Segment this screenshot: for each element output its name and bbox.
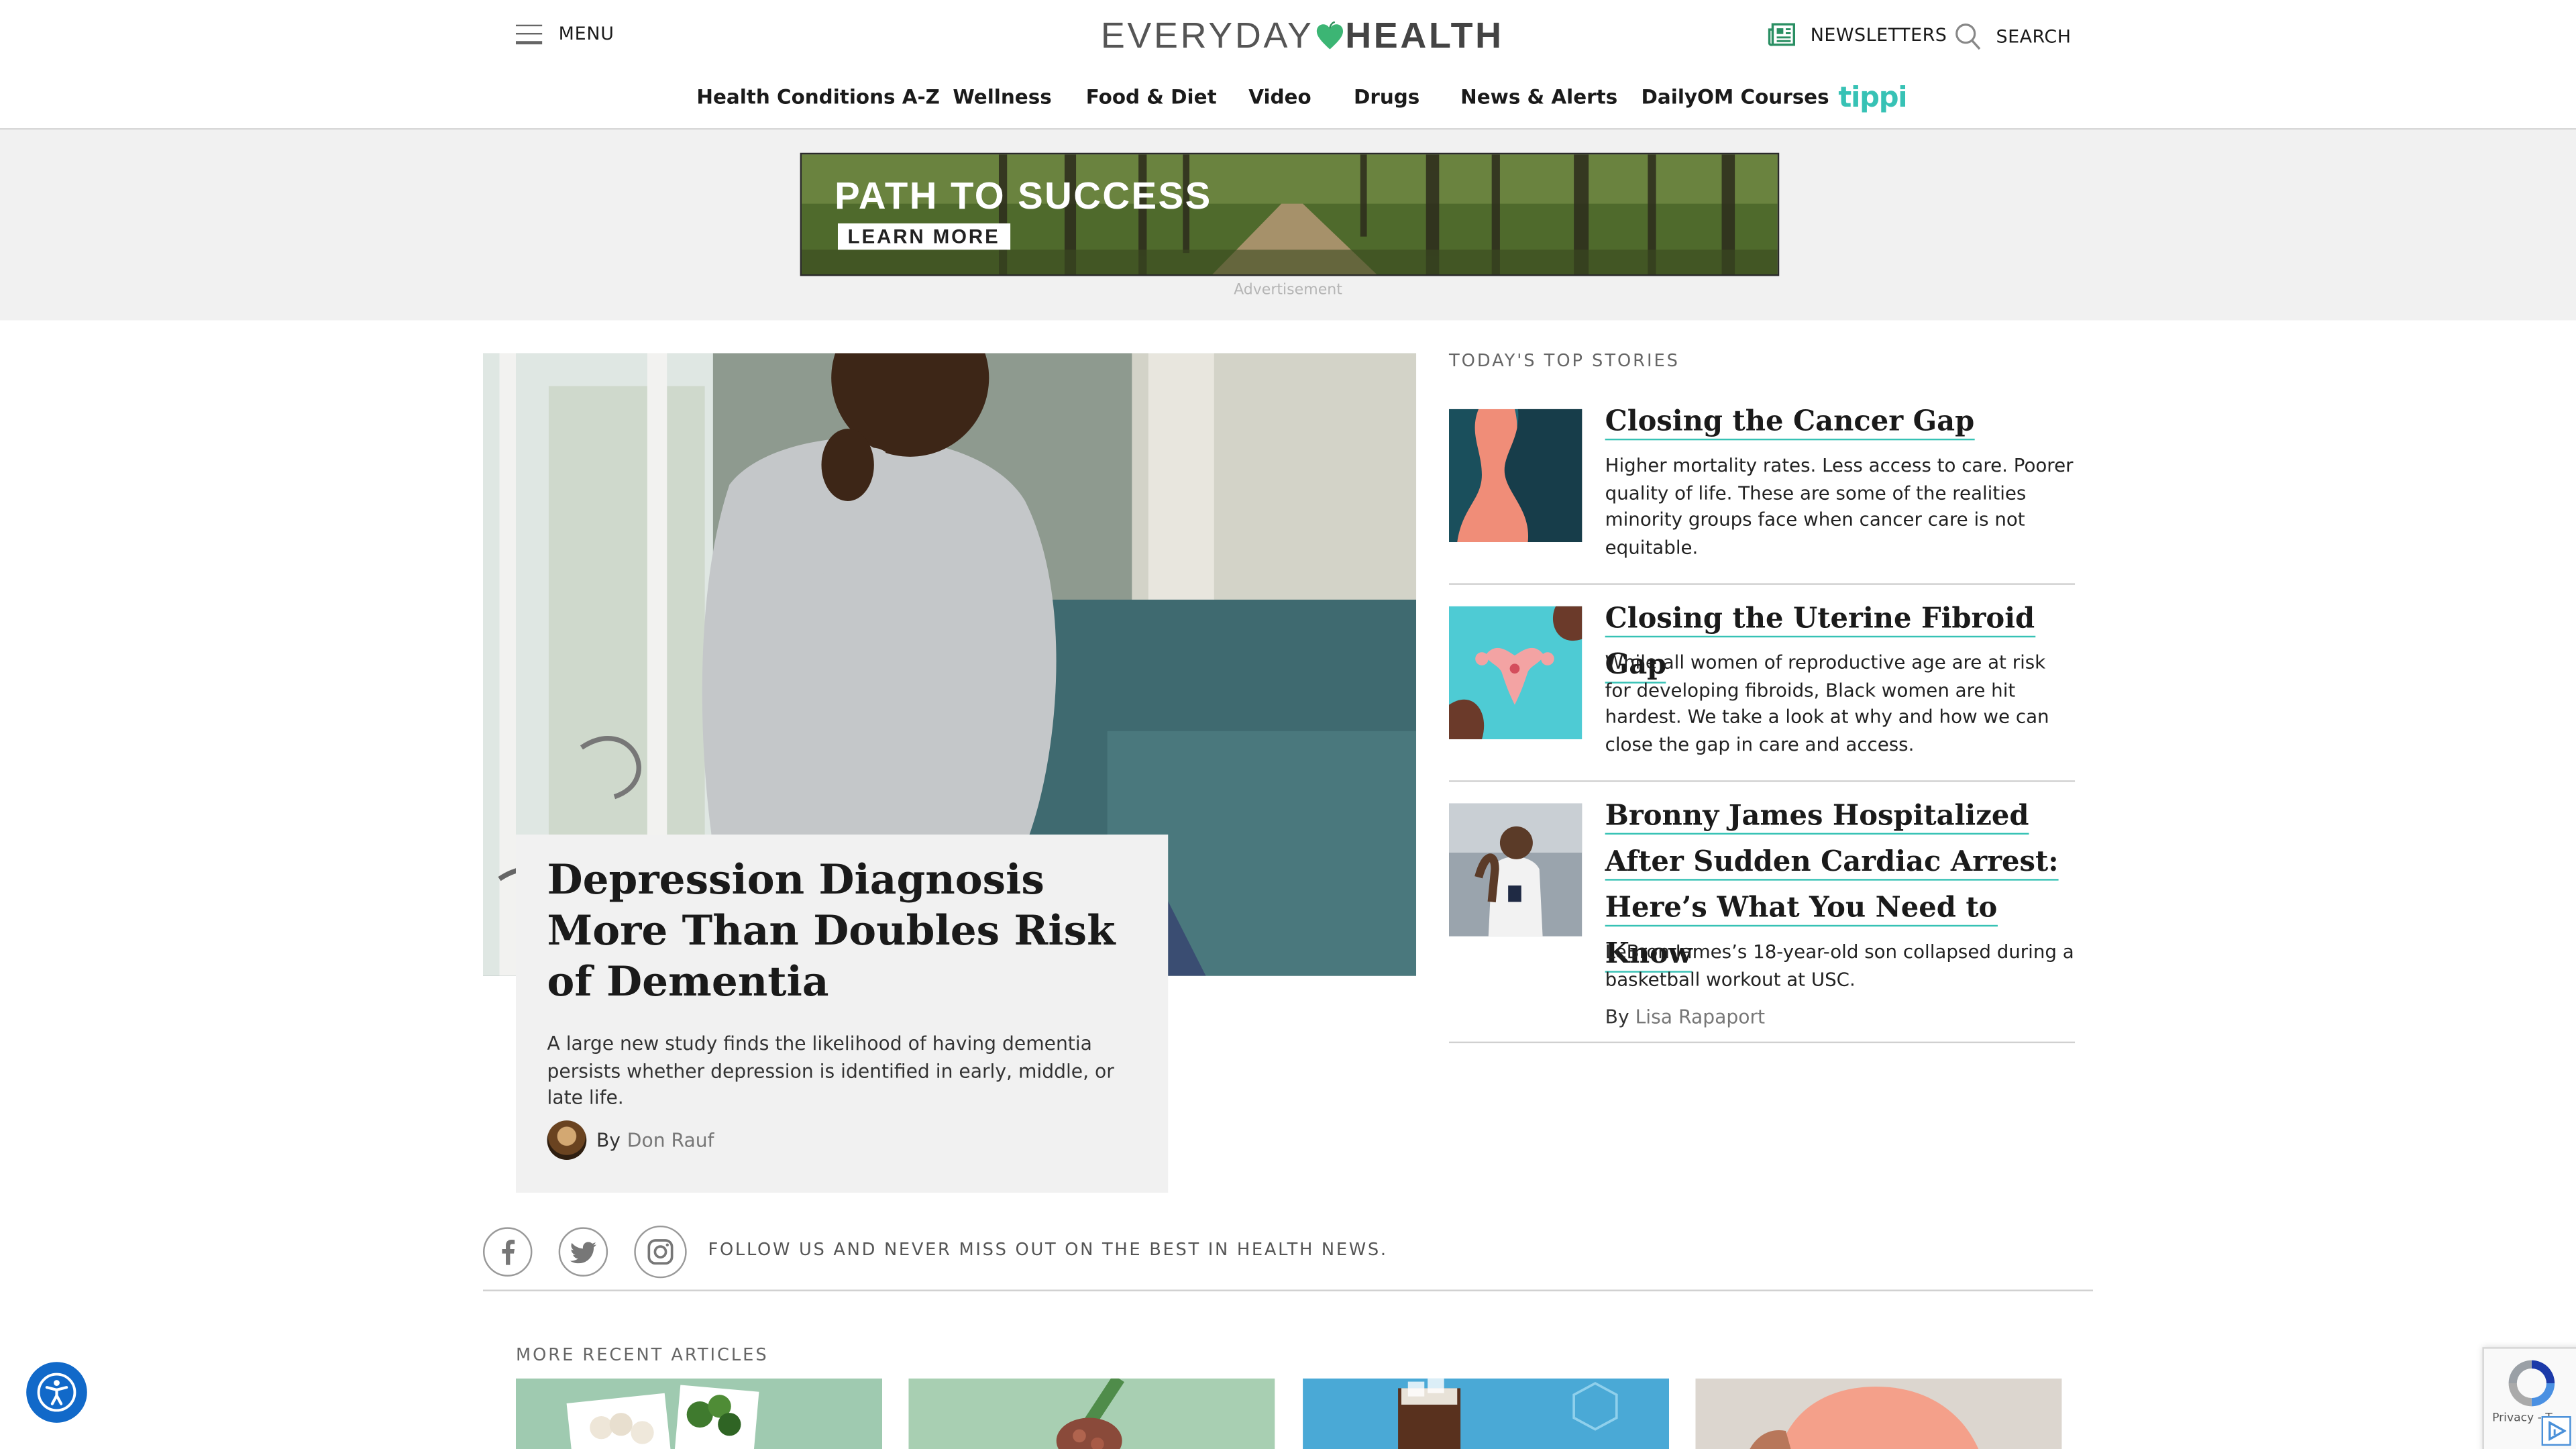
newsletters-label: NEWSLETTERS <box>1810 23 1947 46</box>
ad-label: Advertisement <box>1234 282 1342 299</box>
hero-card: Depression Diagnosis More Than Doubles R… <box>515 835 1169 1193</box>
accessibility-button[interactable] <box>26 1362 87 1423</box>
story-divider <box>1449 583 2076 585</box>
nav-drugs[interactable]: Drugs <box>1354 85 1419 108</box>
profile-silhouettes-image <box>1449 409 1582 543</box>
story-author-link[interactable]: Lisa Rapaport <box>1635 1006 1766 1028</box>
facebook-button[interactable] <box>483 1227 533 1277</box>
uterus-illustration-image <box>1449 606 1582 740</box>
nav-wellness[interactable]: Wellness <box>953 85 1051 108</box>
ad-learn-more-button[interactable]: LEARN MORE <box>837 223 1010 250</box>
basketball-player-image <box>1449 803 1582 936</box>
story-thumbnail-cancer-gap[interactable] <box>1449 409 1582 543</box>
hero-dek: A large new study finds the likelihood o… <box>547 1031 1114 1110</box>
main-nav: Health Conditions A-Z Wellness Food & Di… <box>0 82 2576 118</box>
byline-by: By <box>1605 1005 1629 1029</box>
story-divider <box>1449 1041 2076 1044</box>
recent-article-card-1[interactable] <box>515 1378 883 1449</box>
hero-title[interactable]: Depression Diagnosis More Than Doubles R… <box>547 854 1139 1007</box>
adchoices-icon <box>2548 1421 2567 1441</box>
recaptcha-icon <box>2508 1360 2555 1407</box>
nav-health-conditions[interactable]: Health Conditions A-Z <box>696 85 940 108</box>
newsletter-icon <box>1768 23 1796 46</box>
nav-tippi-logo[interactable]: tippi <box>1838 82 1907 115</box>
recent-article-card-4[interactable] <box>1695 1378 2062 1449</box>
ad-band: PATH TO SUCCESS LEARN MORE Advertisement <box>0 129 2576 321</box>
twitter-icon <box>570 1241 596 1263</box>
story-thumbnail-bronny-james[interactable] <box>1449 803 1582 936</box>
top-story-dek: While all women of reproductive age are … <box>1605 652 2049 755</box>
nav-food-diet[interactable]: Food & Diet <box>1086 85 1217 108</box>
woman-pink-top-image <box>1695 1378 2062 1449</box>
more-recent-heading: MORE RECENT ARTICLES <box>515 1345 769 1366</box>
ad-headline: PATH TO SUCCESS <box>835 174 1212 217</box>
twitter-button[interactable] <box>558 1227 608 1277</box>
accessibility-icon <box>37 1373 76 1412</box>
soda-glass-image <box>1303 1378 1670 1449</box>
recent-article-card-2[interactable] <box>908 1378 1275 1449</box>
logo-text-everyday: EVERYDAY <box>1100 15 1314 56</box>
hero-byline: By Don Rauf <box>547 1120 714 1160</box>
story-divider <box>1449 780 2076 782</box>
newsletters-button[interactable]: NEWSLETTERS <box>1768 23 1947 46</box>
supplement-spoon-image <box>908 1378 1275 1449</box>
story-thumbnail-fibroid-gap[interactable] <box>1449 606 1582 740</box>
garlic-herbs-image <box>515 1378 883 1449</box>
ad-banner[interactable]: PATH TO SUCCESS LEARN MORE <box>800 152 1780 276</box>
hamburger-icon <box>515 23 543 44</box>
search-button[interactable]: SEARCH <box>1955 23 2071 51</box>
logo-text-health: HEALTH <box>1345 15 1504 56</box>
instagram-icon <box>647 1239 674 1265</box>
nav-news-alerts[interactable]: News & Alerts <box>1460 85 1617 108</box>
author-avatar <box>547 1120 587 1160</box>
follow-divider <box>483 1289 2093 1291</box>
search-icon <box>1955 23 1981 50</box>
recent-article-card-3[interactable] <box>1303 1378 1670 1449</box>
top-stories-heading: TODAY'S TOP STORIES <box>1449 352 1680 372</box>
follow-us-text: FOLLOW US AND NEVER MISS OUT ON THE BEST… <box>708 1240 1388 1260</box>
instagram-button[interactable] <box>634 1225 687 1279</box>
story-byline: By Lisa Rapaport <box>1605 1006 1765 1028</box>
byline-by: By <box>596 1128 621 1152</box>
menu-label: MENU <box>558 23 614 45</box>
search-label: SEARCH <box>1996 26 2072 48</box>
heart-leaf-icon <box>1316 21 1343 50</box>
nav-video[interactable]: Video <box>1248 85 1311 108</box>
facebook-icon <box>502 1240 515 1265</box>
adchoices-button[interactable] <box>2541 1416 2571 1446</box>
menu-button[interactable]: MENU <box>515 23 614 45</box>
top-story-title[interactable]: Closing the Cancer Gap <box>1605 399 2075 445</box>
nav-dailyom-courses[interactable]: DailyOM Courses <box>1642 85 1829 108</box>
hero-author-link[interactable]: Don Rauf <box>627 1128 714 1151</box>
site-logo[interactable]: EVERYDAY HEALTH <box>1101 15 1504 58</box>
top-story-dek: Higher mortality rates. Less access to c… <box>1605 455 2074 558</box>
top-story-dek: LeBron James’s 18-year-old son collapsed… <box>1605 941 2074 990</box>
site-header: MENU EVERYDAY HEALTH NEWSLETTERS SEARCH … <box>0 0 2576 130</box>
